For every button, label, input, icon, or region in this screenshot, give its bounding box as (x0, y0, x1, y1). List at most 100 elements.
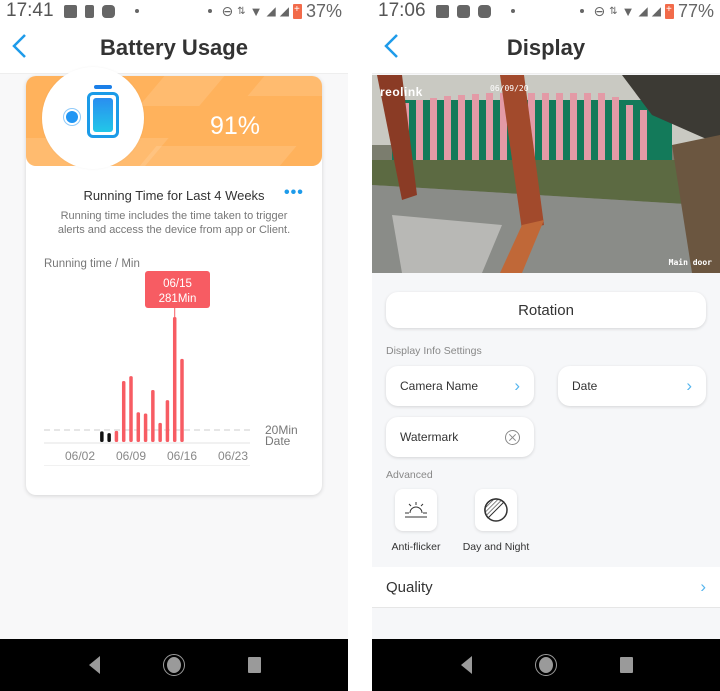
x-tick-label: 06/23 (218, 449, 248, 463)
triangle-back-icon (460, 656, 472, 674)
anti-flicker-label: Anti-flicker (391, 541, 441, 553)
x-tick-label: 06/16 (167, 449, 197, 463)
nav-home-button[interactable] (163, 654, 185, 676)
dot-icon (207, 9, 212, 13)
day-night-icon (484, 498, 508, 522)
camera-name-button[interactable]: Camera Name › (386, 366, 534, 406)
wifi-icon: ▼ (621, 3, 635, 19)
quality-row[interactable]: Quality › (372, 567, 720, 608)
battery-cap (94, 85, 112, 89)
battery-icon-circle (42, 67, 144, 169)
bar-06-08[interactable] (121, 381, 126, 442)
display-info-section-label: Display Info Settings (386, 345, 482, 357)
gallery-icon (435, 4, 449, 18)
back-button[interactable] (10, 32, 32, 62)
system-nav-bar (372, 639, 720, 691)
bar-06-11[interactable] (143, 413, 148, 442)
bar-06-14[interactable] (165, 400, 170, 442)
app-icon (477, 4, 491, 18)
battery-card: 91% Running Time for Last 4 Weeks ••• Ru… (26, 67, 322, 495)
header: Battery Usage (0, 22, 348, 74)
bar-06-15[interactable] (172, 317, 177, 442)
sun-icon (66, 111, 78, 123)
app-icon (101, 4, 115, 18)
status-time: 17:41 (6, 0, 54, 21)
bar-06-13[interactable] (158, 422, 162, 442)
chevron-left-icon (384, 34, 398, 58)
bar-06-12[interactable] (151, 389, 155, 442)
bar-06-09[interactable] (129, 376, 133, 442)
battery-solar-icon (87, 92, 119, 138)
watermark-button[interactable]: Watermark (386, 417, 534, 457)
running-time-title: Running Time for Last 4 Weeks (83, 188, 265, 203)
bar-06-16[interactable] (180, 358, 184, 442)
date-button[interactable]: Date › (558, 366, 706, 406)
quality-label: Quality (386, 578, 433, 596)
status-bar: 17:41 ⊖ ⇅ ▼ ◢ ◢ 37% (0, 0, 348, 22)
page-title: Battery Usage (100, 34, 248, 60)
close-circle-icon (505, 429, 520, 445)
status-bar: 17:06 ⊖ ⇅ ▼ ◢ ◢ 77% (372, 0, 720, 22)
data-arrows-icon: ⇅ (237, 5, 246, 17)
x-tick-label: 06/09 (116, 449, 146, 463)
tooltip: 06/15 281Min (145, 271, 210, 317)
tooltip-value: 281Min (159, 293, 197, 305)
bar-06-07[interactable] (114, 430, 119, 442)
home-circle-icon (535, 654, 557, 676)
x-axis-label: Date (265, 434, 291, 448)
nav-recents-button[interactable] (243, 654, 265, 676)
dnd-icon: ⊖ (593, 2, 606, 19)
wifi-icon: ▼ (249, 3, 263, 19)
anti-flicker-button[interactable] (395, 489, 437, 531)
battery-percent: 37% (305, 0, 342, 21)
camera-preview: reolink 06/09/20 Main door (372, 75, 720, 273)
camera-name-overlay: Main door (668, 258, 712, 267)
chevron-right-icon: › (700, 577, 706, 596)
camera-name-label: Camera Name (400, 379, 479, 393)
running-time-description: Running time includes the time taken to … (57, 210, 291, 236)
date-label: Date (572, 379, 598, 393)
chevron-left-icon (12, 34, 26, 58)
bar-06-10[interactable] (136, 412, 141, 442)
battery-icon (292, 3, 302, 19)
day-night-button[interactable] (475, 489, 517, 531)
tooltip-date: 06/15 (163, 278, 192, 290)
triangle-back-icon (88, 656, 100, 674)
sunrise-icon (405, 502, 427, 518)
battery-usage-screen: 17:41 ⊖ ⇅ ▼ ◢ ◢ 37% Battery Usage 91% (0, 0, 348, 691)
nav-back-button[interactable] (455, 654, 477, 676)
dot-icon (579, 9, 584, 13)
x-tick-label: 06/02 (65, 449, 95, 463)
signal-icon: ◢ (638, 4, 648, 18)
square-recents-icon (247, 657, 261, 673)
dot-icon (510, 9, 515, 13)
system-nav-bar (0, 639, 348, 691)
bar-06-06[interactable] (107, 433, 111, 442)
square-recents-icon (619, 657, 633, 673)
page-title: Display (506, 34, 586, 60)
camera-date-overlay: 06/09/20 (490, 84, 529, 93)
dot-icon (134, 9, 139, 13)
gallery-icon (63, 4, 77, 18)
notification-icon (84, 4, 94, 18)
status-time: 17:06 (378, 0, 426, 21)
header: Display (372, 22, 720, 74)
chevron-right-icon: › (514, 376, 520, 395)
rotation-button[interactable]: Rotation (386, 292, 706, 328)
running-time-chart: 20Min Date 06/02 06/09 06/16 06/23 06/15 28… (44, 271, 298, 466)
chevron-right-icon: › (686, 376, 692, 395)
data-arrows-icon: ⇅ (609, 5, 618, 17)
bar-06-05[interactable] (100, 431, 104, 442)
more-horizontal-icon[interactable]: ••• (284, 184, 304, 202)
dnd-icon: ⊖ (221, 2, 234, 19)
nav-recents-button[interactable] (615, 654, 637, 676)
battery-level: 91% (210, 112, 261, 140)
home-circle-icon (163, 654, 185, 676)
nav-back-button[interactable] (83, 654, 105, 676)
youtube-icon (456, 4, 470, 18)
back-button[interactable] (382, 32, 404, 62)
watermark-label: Watermark (400, 430, 459, 444)
camera-brand-overlay: reolink (380, 85, 423, 99)
nav-home-button[interactable] (535, 654, 557, 676)
display-screen: 17:06 ⊖ ⇅ ▼ ◢ ◢ 77% Display (372, 0, 720, 691)
